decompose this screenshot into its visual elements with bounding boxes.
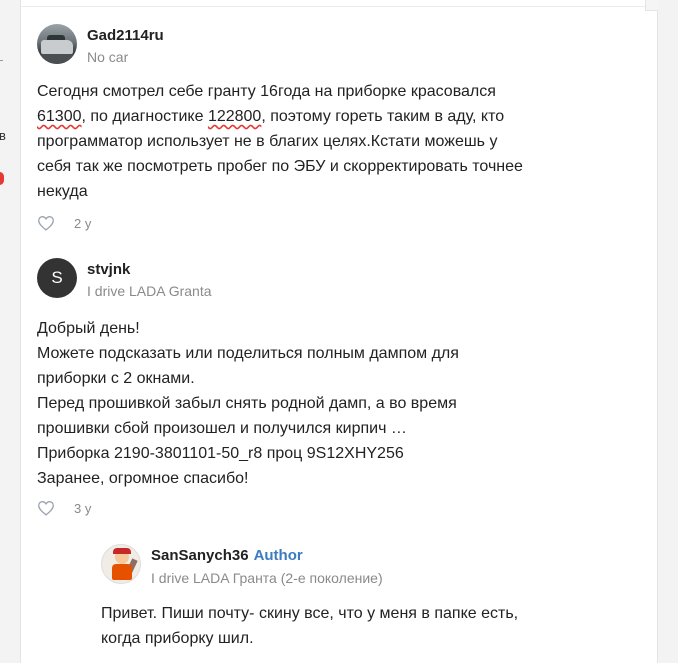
comment-meta: stvjnk I drive LADA Granta [87, 261, 212, 299]
comment-actions: 3 y [37, 500, 91, 516]
comment-text: Сегодня смотрел себе гранту 16года на пр… [37, 83, 523, 200]
user-car: No car [87, 49, 129, 65]
heart-outline-icon[interactable] [37, 500, 55, 516]
background-page-edge: в [0, 0, 20, 663]
username-link[interactable]: stvjnk [87, 261, 212, 278]
user-car: I drive LADA Granta [87, 283, 212, 299]
highlighted-number: 122800 [207, 108, 262, 125]
heart-outline-icon[interactable] [37, 215, 55, 231]
username-link[interactable]: SanSanych36 [151, 547, 249, 564]
comment-text: Привет. Пиши почту- скину все, что у мен… [101, 605, 519, 647]
comment-meta: SanSanych36 Author I drive LADA Гранта (2… [151, 547, 383, 586]
highlighted-number: 61300 [37, 108, 82, 125]
comment-age: 2 y [74, 215, 92, 231]
notification-dot [0, 172, 4, 185]
scrollbar[interactable] [645, 0, 658, 11]
edge-text-fragment: в [0, 128, 6, 143]
comment-text: Добрый день! Можете подсказать или подел… [37, 320, 459, 487]
avatar[interactable] [37, 24, 77, 64]
avatar[interactable]: S [37, 258, 77, 298]
divider [21, 6, 657, 7]
comment-meta: Gad2114ru No car [87, 27, 164, 65]
user-car: I drive LADA Гранта (2-е поколение) [151, 570, 383, 586]
comment-actions: 2 y [37, 215, 91, 231]
edge-divider [0, 60, 3, 61]
avatar[interactable] [101, 544, 141, 584]
username-link[interactable]: Gad2114ru [87, 27, 164, 44]
comment-age: 3 y [74, 500, 92, 516]
comments-panel: Gad2114ru No car Сегодня смотрел себе гр… [20, 0, 658, 663]
author-badge: Author [253, 547, 303, 564]
